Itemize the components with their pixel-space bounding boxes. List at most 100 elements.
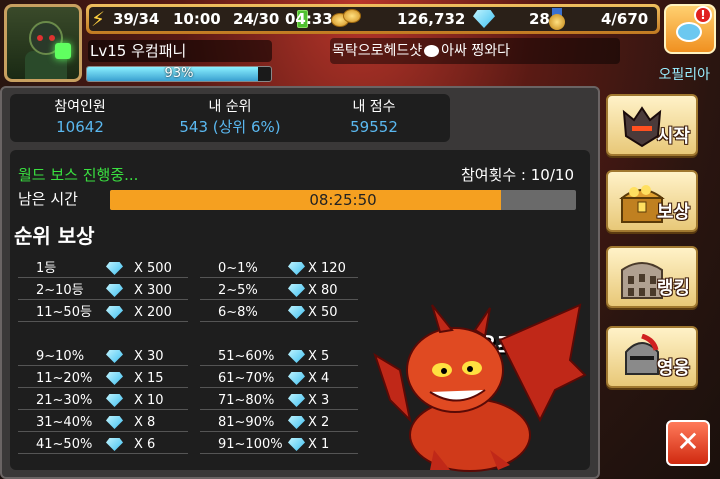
chat-message-text: 아싸 찡와다 xyxy=(441,43,511,59)
reward-amount: X 120 xyxy=(308,261,346,276)
score-label: 내 점수 xyxy=(352,99,396,115)
reward-amount: X 80 xyxy=(308,283,338,298)
gem-icon xyxy=(288,262,305,275)
alert-icon: ! xyxy=(694,6,712,24)
gem-amount: 28 xyxy=(529,10,550,28)
reward-amount: X 300 xyxy=(134,283,172,298)
reward-row: 6~8% X 50 xyxy=(200,304,358,322)
gem-icon xyxy=(106,416,123,429)
ranking-button[interactable]: 랭킹 xyxy=(606,246,698,308)
reward-title: 순위 보상 xyxy=(14,224,95,248)
reward-amount: X 8 xyxy=(134,415,156,430)
exp-percent: 93% xyxy=(164,66,194,81)
chat-button[interactable]: ! xyxy=(664,4,716,54)
participants-value: 10642 xyxy=(56,118,104,136)
exp-bar: 93% xyxy=(86,66,272,82)
reward-rank: 9~10% xyxy=(36,349,85,364)
rank-label: 내 순위 xyxy=(208,99,252,115)
gem-icon xyxy=(106,306,123,319)
reward-rank: 41~50% xyxy=(36,437,93,452)
gem-icon xyxy=(288,416,305,429)
reward-rank: 61~70% xyxy=(218,371,275,386)
medal-amount: 4/670 xyxy=(601,10,649,28)
boss-status-text: 월드 보스 진행중... xyxy=(18,166,139,184)
ranking-label: 랭킹 xyxy=(656,278,690,299)
reward-rank: 81~90% xyxy=(218,415,275,430)
gem-icon xyxy=(106,262,123,275)
player-level-name: Lv15 우컴패니 xyxy=(88,40,272,62)
energy-timer: 04:33 xyxy=(285,10,333,28)
reward-row: 11~50등 X 200 xyxy=(18,304,188,322)
reward-rank: 6~8% xyxy=(218,305,258,320)
reward-rank: 2~5% xyxy=(218,283,258,298)
gem-icon xyxy=(288,438,305,451)
gem-icon xyxy=(106,372,123,385)
reward-rank: 91~100% xyxy=(218,437,283,452)
reward-row: 21~30% X 10 xyxy=(18,392,188,410)
reward-row: 51~60% X 5 xyxy=(200,348,358,366)
stamina-max: /34 xyxy=(133,10,160,28)
participants-label: 참여인원 xyxy=(54,99,106,115)
gem-icon xyxy=(473,10,495,28)
reward-amount: X 1 xyxy=(308,437,330,452)
reward-row: 2~10등 X 300 xyxy=(18,282,188,300)
reward-amount: X 50 xyxy=(308,305,338,320)
reward-rank: 21~30% xyxy=(36,393,93,408)
reward-row: 2~5% X 80 xyxy=(200,282,358,300)
gem-icon xyxy=(106,438,123,451)
stamina-timer: 10:00 xyxy=(173,10,221,28)
reward-amount: X 6 xyxy=(134,437,156,452)
player-avatar[interactable] xyxy=(4,4,82,82)
resource-bar: ⚡ 39 /34 10:00 24 /30 04:33 126,732 28 4… xyxy=(86,4,660,34)
reward-amount: X 30 xyxy=(134,349,164,364)
close-icon: ✕ xyxy=(676,425,700,458)
speech-bubble-icon xyxy=(424,45,440,57)
reward-rank: 0~1% xyxy=(218,261,258,276)
gem-icon xyxy=(106,284,123,297)
reward-rank: 31~40% xyxy=(36,415,93,430)
gem-icon xyxy=(106,394,123,407)
reward-amount: X 10 xyxy=(134,393,164,408)
reward-button[interactable]: 보상 xyxy=(606,170,698,232)
reward-amount: X 4 xyxy=(308,371,330,386)
chat-line[interactable]: 목탁으로헤드샷 아싸 찡와다 xyxy=(330,38,620,64)
hero-button[interactable]: 영웅 xyxy=(606,326,698,388)
bolt-icon: ⚡ xyxy=(91,7,106,31)
reward-rank: 51~60% xyxy=(218,349,275,364)
reward-row: 41~50% X 6 xyxy=(18,436,188,454)
participants-stat: 참여인원 10642 xyxy=(10,98,150,138)
close-button[interactable]: ✕ xyxy=(666,420,710,466)
reward-row: 1등 X 500 xyxy=(18,260,188,278)
reward-amount: X 3 xyxy=(308,393,330,408)
gold-coin-icon xyxy=(331,9,365,29)
reward-amount: X 500 xyxy=(134,261,172,276)
reward-amount: X 200 xyxy=(134,305,172,320)
reward-rank: 11~20% xyxy=(36,371,93,386)
score-stat: 내 점수 59552 xyxy=(304,98,444,138)
energy-max: /30 xyxy=(253,10,280,28)
reward-row: 91~100% X 1 xyxy=(200,436,358,454)
start-button[interactable]: 시작 xyxy=(606,94,698,156)
reward-amount: X 15 xyxy=(134,371,164,386)
attempts-text: 참여횟수 : 10/10 xyxy=(460,166,574,184)
time-label: 남은 시간 xyxy=(18,190,78,208)
time-bar: 08:25:50 xyxy=(110,190,576,210)
reward-row: 11~20% X 15 xyxy=(18,370,188,388)
score-value: 59552 xyxy=(350,118,398,136)
stamina-current: 39 xyxy=(113,10,134,28)
reward-rank: 2~10등 xyxy=(36,283,84,298)
time-remaining: 08:25:50 xyxy=(309,191,377,209)
stats-box: 참여인원 10642 내 순위 543 (상위 6%) 내 점수 59552 xyxy=(10,94,450,142)
reward-row: 61~70% X 4 xyxy=(200,370,358,388)
gem-icon xyxy=(288,350,305,363)
reward-row: 9~10% X 30 xyxy=(18,348,188,366)
gem-icon xyxy=(288,284,305,297)
reward-rank: 1등 xyxy=(36,261,57,276)
reward-amount: X 2 xyxy=(308,415,330,430)
gem-icon xyxy=(288,306,305,319)
boss-dragon-image xyxy=(373,303,587,472)
start-label: 시작 xyxy=(656,126,690,147)
reward-row: 81~90% X 2 xyxy=(200,414,358,432)
reward-row: 71~80% X 3 xyxy=(200,392,358,410)
server-name: 오필리아 xyxy=(658,67,710,83)
